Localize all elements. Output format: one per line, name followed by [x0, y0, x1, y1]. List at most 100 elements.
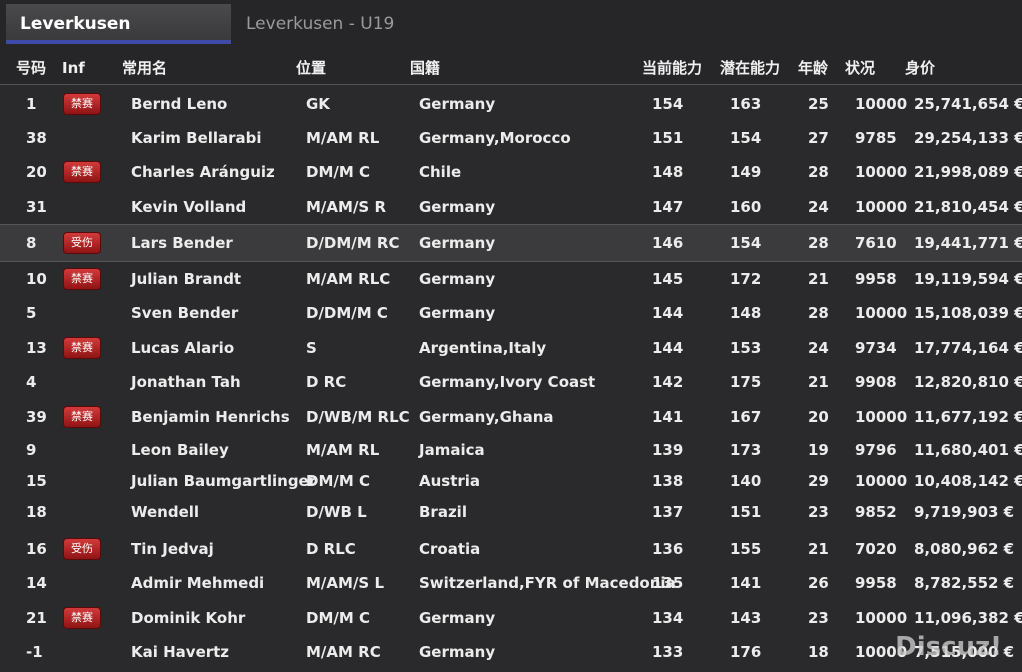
injury-badge[interactable]: 受伤 — [63, 538, 101, 560]
cell-value: 15,108,039 € — [914, 304, 1022, 322]
cell-position: M/AM/S L — [306, 574, 385, 592]
cell-ca: 138 — [652, 472, 684, 490]
column-header-nationality[interactable]: 国籍 — [410, 52, 440, 84]
column-header-name[interactable]: 常用名 — [122, 52, 167, 84]
cell-pa: 151 — [730, 503, 762, 521]
table-row[interactable]: -1 Kai Havertz M/AM RC Germany 133 176 18 10000… — [0, 635, 1022, 669]
cell-condition: 9908 — [855, 373, 897, 391]
column-header-inf[interactable]: Inf — [62, 52, 85, 84]
cell-condition: 9796 — [855, 441, 897, 459]
cell-pa: 154 — [730, 234, 762, 252]
cell-name: Leon Bailey — [131, 441, 229, 459]
cell-nationality: Austria — [419, 472, 481, 490]
cell-number: 5 — [26, 304, 37, 322]
cell-position: D RC — [306, 373, 347, 391]
suspension-badge[interactable]: 禁赛 — [63, 337, 101, 359]
cell-age: 23 — [808, 609, 829, 627]
tab-leverkusen-u19[interactable]: Leverkusen - U19 — [232, 4, 452, 44]
cell-pa: 153 — [730, 339, 762, 357]
suspension-badge[interactable]: 禁赛 — [63, 268, 101, 290]
table-row[interactable]: 20 Charles Aránguiz DM/M C Chile 148 149 28 100… — [0, 155, 1022, 189]
cell-number: 21 — [26, 609, 47, 627]
cell-position: D/WB/M RLC — [306, 408, 410, 426]
table-row[interactable]: 4 Jonathan Tah D RC Germany,Ivory Coast 142 1… — [0, 365, 1022, 399]
cell-condition: 10000 — [855, 198, 908, 216]
table-row[interactable]: 16 Tin Jedvaj D RLC Croatia 136 155 21 7020 8,08… — [0, 532, 1022, 566]
column-header-position[interactable]: 位置 — [296, 52, 326, 84]
cell-pa: 163 — [730, 95, 762, 113]
table-row[interactable]: 5 Sven Bender D/DM/M C Germany 144 148 28 10000… — [0, 296, 1022, 330]
cell-pa: 160 — [730, 198, 762, 216]
cell-number: 13 — [26, 339, 47, 357]
table-row[interactable]: 15 Julian Baumgartlinger DM/M C Austria 138 1… — [0, 466, 1022, 497]
cell-age: 28 — [808, 163, 829, 181]
cell-position: M/AM RLC — [306, 270, 391, 288]
cell-name: Lars Bender — [131, 234, 233, 252]
cell-nationality: Germany,Morocco — [419, 129, 571, 147]
table-row[interactable]: 8 Lars Bender D/DM/M RC Germany 146 154 28 7610… — [0, 224, 1022, 262]
cell-position: M/AM RC — [306, 643, 381, 661]
cell-age: 24 — [808, 339, 829, 357]
table-row[interactable]: 14 Admir Mehmedi M/AM/S L Switzerland,FYR o… — [0, 566, 1022, 600]
column-header-ca[interactable]: 当前能力 — [642, 52, 702, 84]
table-row[interactable]: 38 Karim Bellarabi M/AM RL Germany,Morocco 1… — [0, 121, 1022, 155]
cell-name: Kai Havertz — [131, 643, 230, 661]
table-row[interactable]: 1 Bernd Leno GK Germany 154 163 25 10000 25,741,… — [0, 87, 1022, 121]
column-header-number[interactable]: 号码 — [16, 52, 46, 84]
cell-nationality: Germany,Ghana — [419, 408, 554, 426]
suspension-badge[interactable]: 禁赛 — [63, 161, 101, 183]
column-header-age[interactable]: 年龄 — [798, 52, 828, 84]
suspension-badge[interactable]: 禁赛 — [63, 607, 101, 629]
cell-value: 11,096,382 € — [914, 609, 1022, 627]
cell-nationality: Chile — [419, 163, 462, 181]
column-header-pa[interactable]: 潜在能力 — [720, 52, 780, 84]
cell-age: 29 — [808, 472, 829, 490]
cell-ca: 133 — [652, 643, 684, 661]
table-row[interactable]: 9 Leon Bailey M/AM RL Jamaica 139 173 19 9796 11… — [0, 434, 1022, 466]
cell-ca: 134 — [652, 609, 684, 627]
cell-nationality: Brazil — [419, 503, 467, 521]
table-row[interactable]: 10 Julian Brandt M/AM RLC Germany 145 172 21 99… — [0, 262, 1022, 296]
injury-badge[interactable]: 受伤 — [63, 232, 101, 254]
cell-name: Benjamin Henrichs — [131, 408, 290, 426]
table-row[interactable]: 31 Kevin Volland M/AM/S R Germany 147 160 24 10… — [0, 190, 1022, 224]
table-row[interactable]: 13 Lucas Alario S Argentina,Italy 144 153 24 97… — [0, 331, 1022, 365]
cell-number: -1 — [26, 643, 43, 661]
table-row[interactable]: 39 Benjamin Henrichs D/WB/M RLC Germany,Gha… — [0, 400, 1022, 434]
column-header-condition[interactable]: 状况 — [845, 52, 875, 84]
cell-pa: 173 — [730, 441, 762, 459]
cell-value: 19,119,594 € — [914, 270, 1022, 288]
cell-age: 19 — [808, 441, 829, 459]
tab-leverkusen[interactable]: Leverkusen — [6, 4, 231, 44]
cell-number: 38 — [26, 129, 47, 147]
cell-age: 23 — [808, 503, 829, 521]
cell-pa: 140 — [730, 472, 762, 490]
cell-ca: 139 — [652, 441, 684, 459]
cell-value: 11,677,192 € — [914, 408, 1022, 426]
cell-nationality: Germany — [419, 270, 496, 288]
table-row[interactable]: 21 Dominik Kohr DM/M C Germany 134 143 23 10000… — [0, 601, 1022, 635]
cell-number: 39 — [26, 408, 47, 426]
cell-value: 21,998,089 € — [914, 163, 1022, 181]
cell-age: 26 — [808, 574, 829, 592]
cell-age: 28 — [808, 304, 829, 322]
column-header-value[interactable]: 身价 — [905, 52, 935, 84]
cell-value: 17,774,164 € — [914, 339, 1022, 357]
table-row[interactable]: 18 Wendell D/WB L Brazil 137 151 23 9852 9,719,9… — [0, 497, 1022, 528]
cell-position: D/DM/M RC — [306, 234, 400, 252]
cell-value: 8,080,962 € — [914, 540, 1015, 558]
cell-condition: 7610 — [855, 234, 897, 252]
cell-value: 9,719,903 € — [914, 503, 1015, 521]
cell-name: Karim Bellarabi — [131, 129, 262, 147]
cell-position: GK — [306, 95, 330, 113]
cell-condition: 9852 — [855, 503, 897, 521]
suspension-badge[interactable]: 禁赛 — [63, 93, 101, 115]
cell-nationality: Switzerland,FYR of Macedonia — [419, 574, 676, 592]
cell-position: D/DM/M C — [306, 304, 388, 322]
cell-condition: 9958 — [855, 270, 897, 288]
cell-condition: 10000 — [855, 408, 908, 426]
cell-condition: 10000 — [855, 304, 908, 322]
cell-age: 21 — [808, 270, 829, 288]
suspension-badge[interactable]: 禁赛 — [63, 406, 101, 428]
cell-pa: 149 — [730, 163, 762, 181]
